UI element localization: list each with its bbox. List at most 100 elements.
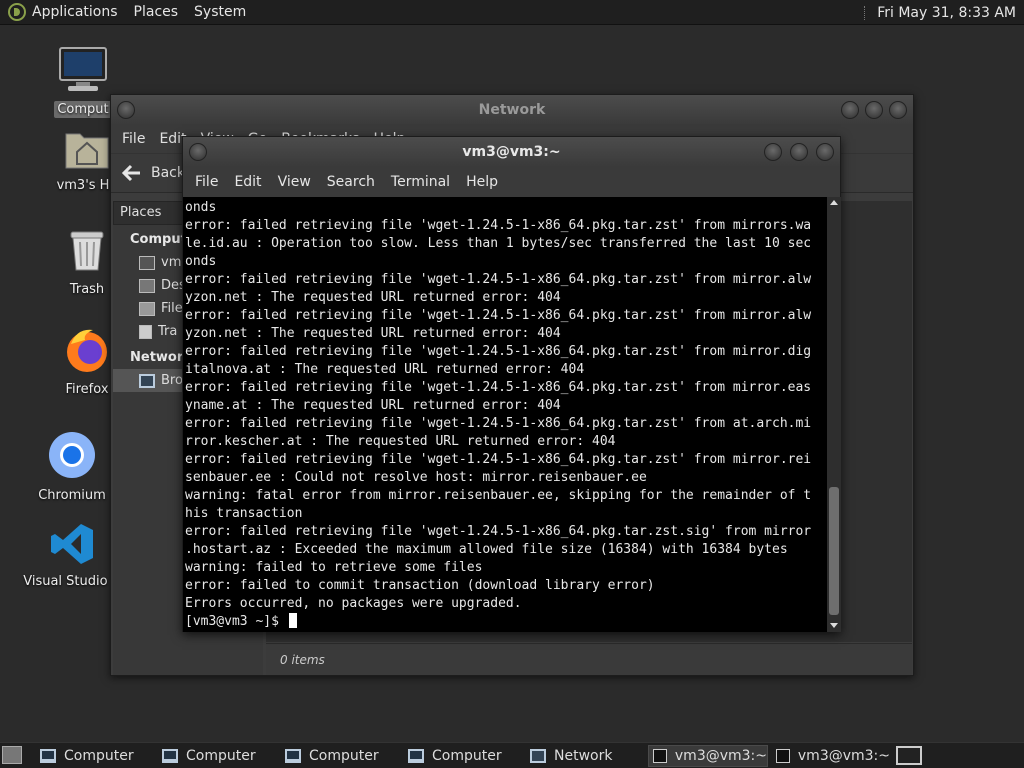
taskbar-item-terminal-1[interactable]: vm3@vm3:~ bbox=[648, 745, 768, 767]
taskbar-item-label: Computer bbox=[309, 748, 379, 764]
desktop-icon-chromium[interactable]: Chromium bbox=[27, 430, 117, 504]
terminal-icon bbox=[776, 749, 790, 763]
scroll-down-arrow-icon[interactable] bbox=[830, 623, 838, 628]
applications-menu[interactable]: Applications bbox=[0, 0, 126, 25]
terminal-line: yzon.net : The requested URL returned er… bbox=[185, 326, 561, 341]
terminal-line: error: failed retrieving file 'wget-1.24… bbox=[185, 380, 812, 395]
clock[interactable]: Fri May 31, 8:33 AM bbox=[877, 5, 1024, 21]
terminal-line: italnova.at : The requested URL returned… bbox=[185, 362, 585, 377]
menu-edit[interactable]: Edit bbox=[226, 174, 269, 190]
terminal-line: error: failed retrieving file 'wget-1.24… bbox=[185, 344, 812, 359]
terminal-line: yname.at : The requested URL returned er… bbox=[185, 398, 561, 413]
window-menu-icon[interactable] bbox=[117, 101, 135, 119]
terminal-line: warning: failed to retrieve some files bbox=[185, 560, 483, 575]
terminal-scrollbar[interactable] bbox=[827, 197, 841, 632]
terminal-line: error: failed to commit transaction (dow… bbox=[185, 578, 655, 593]
maximize-button[interactable] bbox=[865, 101, 883, 119]
taskbar-item-computer-2[interactable]: Computer bbox=[158, 745, 276, 767]
terminal-line: Errors occurred, no packages were upgrad… bbox=[185, 596, 522, 611]
terminal-menubar: File Edit View Search Terminal Help bbox=[183, 167, 840, 197]
computer-icon bbox=[59, 47, 107, 91]
maximize-button[interactable] bbox=[790, 143, 808, 161]
scrollbar-thumb[interactable] bbox=[829, 487, 839, 615]
distro-logo-icon bbox=[8, 3, 26, 21]
workspace-switcher[interactable] bbox=[896, 746, 922, 765]
menu-terminal[interactable]: Terminal bbox=[383, 174, 458, 190]
vscode-icon bbox=[51, 524, 93, 564]
terminal-titlebar[interactable]: vm3@vm3:~ bbox=[183, 137, 840, 167]
menu-file[interactable]: File bbox=[115, 131, 152, 147]
computer-icon bbox=[162, 749, 178, 763]
network-window-title: Network bbox=[478, 102, 546, 118]
terminal-window: vm3@vm3:~ File Edit View Search Terminal… bbox=[182, 136, 841, 632]
desktop-icon-label: Comput bbox=[54, 101, 112, 118]
terminal-line: error: failed retrieving file 'wget-1.24… bbox=[185, 272, 812, 287]
terminal-line: error: failed retrieving file 'wget-1.24… bbox=[185, 416, 812, 431]
taskbar-item-label: Network bbox=[554, 748, 613, 764]
system-menu[interactable]: System bbox=[186, 0, 254, 25]
terminal-line: senbauer.ee : Could not resolve host: mi… bbox=[185, 470, 647, 485]
taskbar-item-label: vm3@vm3:~ bbox=[797, 748, 890, 764]
back-arrow-icon bbox=[121, 164, 140, 182]
taskbar-item-label: Computer bbox=[64, 748, 134, 764]
terminal-window-title: vm3@vm3:~ bbox=[462, 144, 561, 160]
home-icon bbox=[139, 255, 155, 270]
taskbar-item-label: vm3@vm3:~ bbox=[674, 748, 767, 764]
computer-icon bbox=[408, 749, 424, 763]
taskbar-item-network[interactable]: Network bbox=[526, 745, 644, 767]
close-button[interactable] bbox=[816, 143, 834, 161]
sidebar-item-label: vm bbox=[161, 255, 182, 270]
text-cursor bbox=[288, 613, 297, 628]
back-button-label: Back bbox=[151, 165, 185, 181]
menu-help[interactable]: Help bbox=[458, 174, 506, 190]
places-menu[interactable]: Places bbox=[126, 0, 187, 25]
network-statusbar: 0 items bbox=[266, 643, 912, 675]
computer-icon bbox=[40, 749, 56, 763]
top-panel: Applications Places System Fri May 31, 8… bbox=[0, 0, 1024, 25]
menu-view[interactable]: View bbox=[270, 174, 319, 190]
show-desktop-button[interactable] bbox=[2, 746, 22, 764]
bottom-taskbar: Computer Computer Computer Computer Netw… bbox=[0, 742, 1024, 768]
menu-search[interactable]: Search bbox=[319, 174, 383, 190]
filesystem-icon bbox=[139, 301, 155, 316]
taskbar-item-computer-1[interactable]: Computer bbox=[36, 745, 154, 767]
minimize-button[interactable] bbox=[841, 101, 859, 119]
applications-menu-label: Applications bbox=[32, 4, 118, 20]
terminal-line: warning: fatal error from mirror.reisenb… bbox=[185, 488, 812, 503]
network-icon bbox=[139, 373, 155, 388]
terminal-line: error: failed retrieving file 'wget-1.24… bbox=[185, 524, 812, 539]
desktop-icon-label: Chromium bbox=[38, 488, 106, 503]
terminal-line: onds bbox=[185, 200, 217, 215]
taskbar-item-computer-3[interactable]: Computer bbox=[281, 745, 399, 767]
terminal-output[interactable]: onds error: failed retrieving file 'wget… bbox=[183, 197, 827, 632]
back-button[interactable]: Back bbox=[121, 163, 185, 183]
clock-area: Fri May 31, 8:33 AM bbox=[864, 0, 1024, 25]
terminal-line: error: failed retrieving file 'wget-1.24… bbox=[185, 308, 812, 323]
desktop-icon-label: Visual Studio C bbox=[23, 574, 121, 589]
network-icon bbox=[530, 749, 546, 763]
taskbar-item-computer-4[interactable]: Computer bbox=[404, 745, 522, 767]
desktop-icon-label: Trash bbox=[69, 282, 105, 297]
minimize-button[interactable] bbox=[764, 143, 782, 161]
terminal-line: .hostart.az : Exceeded the maximum allow… bbox=[185, 542, 788, 557]
terminal-icon bbox=[653, 749, 667, 763]
terminal-line: rror.kescher.at : The requested URL retu… bbox=[185, 434, 616, 449]
terminal-prompt-line[interactable]: [vm3@vm3 ~]$ bbox=[185, 613, 827, 631]
terminal-line: yzon.net : The requested URL returned er… bbox=[185, 290, 561, 305]
terminal-line: his transaction bbox=[185, 506, 303, 521]
scroll-up-arrow-icon[interactable] bbox=[830, 200, 838, 205]
network-titlebar[interactable]: Network bbox=[111, 95, 913, 125]
terminal-line: error: failed retrieving file 'wget-1.24… bbox=[185, 452, 812, 467]
taskbar-item-terminal-2[interactable]: vm3@vm3:~ bbox=[772, 745, 890, 767]
terminal-line: error: failed retrieving file 'wget-1.24… bbox=[185, 218, 812, 233]
chromium-icon bbox=[49, 432, 95, 478]
menu-file[interactable]: File bbox=[187, 174, 226, 190]
close-button[interactable] bbox=[889, 101, 907, 119]
window-menu-icon[interactable] bbox=[189, 143, 207, 161]
sidebar-item-label: Bro bbox=[161, 373, 183, 388]
computer-icon bbox=[285, 749, 301, 763]
firefox-icon bbox=[67, 329, 107, 372]
sidebar-item-label: Tra bbox=[158, 324, 178, 339]
taskbar-item-label: Computer bbox=[186, 748, 256, 764]
terminal-line: onds bbox=[185, 254, 217, 269]
